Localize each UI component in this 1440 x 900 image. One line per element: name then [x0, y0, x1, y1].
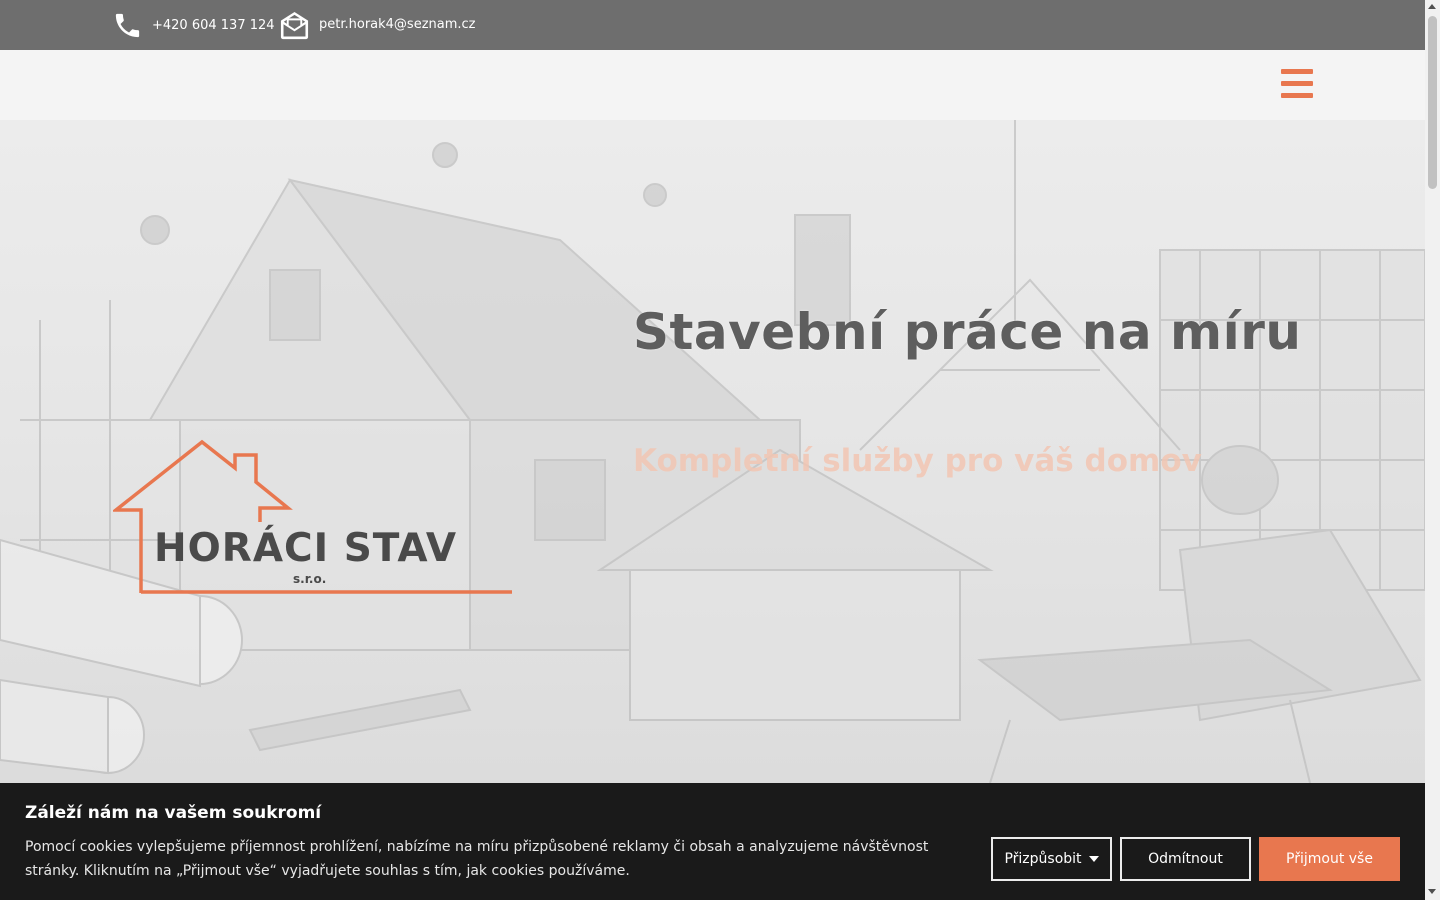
page-scrollbar[interactable]: [1425, 0, 1440, 900]
phone-contact[interactable]: +420 604 137 124: [112, 0, 275, 50]
caret-down-icon: [1088, 856, 1099, 862]
logo-name: HORÁCI STAV: [154, 526, 458, 571]
cookie-consent-banner: Záleží nám na vašem soukromí Pomocí cook…: [0, 783, 1425, 900]
accept-all-button[interactable]: Přijmout vše: [1259, 837, 1400, 881]
email-address[interactable]: petr.horak4@seznam.cz: [319, 17, 476, 32]
email-contact[interactable]: petr.horak4@seznam.cz: [279, 0, 476, 50]
scrollbar-thumb[interactable]: [1428, 16, 1437, 189]
reject-button[interactable]: Odmítnout: [1120, 837, 1251, 881]
site-header: [0, 50, 1425, 120]
phone-number[interactable]: +420 604 137 124: [152, 18, 275, 33]
customize-button-label: Přizpůsobit: [1004, 851, 1082, 867]
hero-subtitle: Kompletní služby pro váš domov: [633, 443, 1202, 479]
cookie-banner-title: Záleží nám na vašem soukromí: [25, 803, 322, 823]
company-logo[interactable]: HORÁCI STAV s.r.o.: [110, 438, 515, 598]
scroll-down-arrow-icon[interactable]: [1428, 889, 1436, 894]
logo-suffix: s.r.o.: [293, 572, 327, 586]
scroll-up-arrow-icon[interactable]: [1428, 4, 1436, 9]
hero-title: Stavební práce na míru: [633, 303, 1302, 361]
top-contact-bar: +420 604 137 124 petr.horak4@seznam.cz: [0, 0, 1425, 50]
envelope-icon: [279, 10, 310, 41]
customize-button[interactable]: Přizpůsobit: [991, 837, 1112, 881]
hamburger-menu-icon[interactable]: [1281, 69, 1313, 99]
phone-icon: [112, 10, 143, 41]
cookie-banner-text: Pomocí cookies vylepšujeme příjemnost pr…: [25, 839, 929, 879]
